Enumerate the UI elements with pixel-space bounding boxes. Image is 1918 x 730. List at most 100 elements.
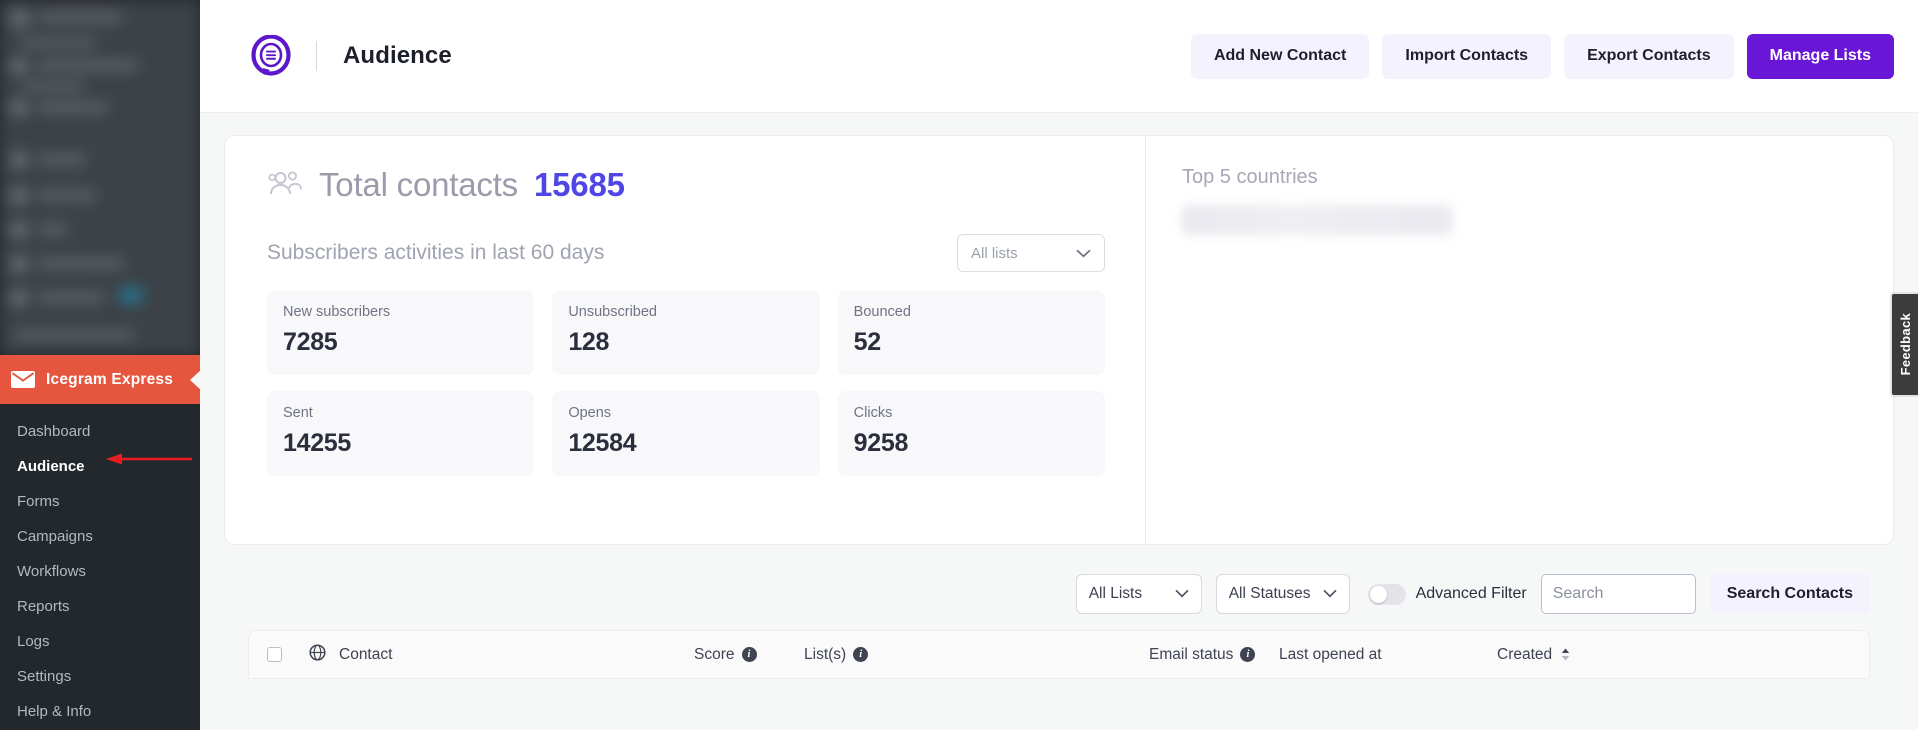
header-divider xyxy=(316,41,317,71)
contacts-table: Contact Score i List(s) i Email status i xyxy=(248,630,1870,679)
stat-tile-sent: Sent 14255 xyxy=(267,391,535,476)
advanced-filter-toggle[interactable] xyxy=(1367,583,1406,605)
chevron-down-icon xyxy=(1311,585,1337,603)
sidebar-item-label: Workflows xyxy=(17,563,86,580)
stat-label: Clicks xyxy=(853,405,893,421)
column-label: Email status xyxy=(1149,645,1234,663)
advanced-filter-control: Advanced Filter xyxy=(1367,583,1527,605)
sidebar-item-forms[interactable]: Forms xyxy=(0,484,200,519)
sidebar-item-workflows[interactable]: Workflows xyxy=(0,554,200,589)
sidebar-item-label: Dashboard xyxy=(17,423,91,440)
add-new-contact-button[interactable]: Add New Contact xyxy=(1190,33,1370,79)
sidebar-item-settings[interactable]: Settings xyxy=(0,659,200,694)
wordpress-admin-menu-blurred xyxy=(0,0,200,355)
stat-value: 128 xyxy=(568,328,610,356)
feedback-tab[interactable]: Feedback xyxy=(1890,292,1918,397)
envelope-icon xyxy=(11,371,35,388)
column-label: Last opened at xyxy=(1279,645,1382,663)
chevron-down-icon xyxy=(1163,585,1189,603)
all-statuses-filter-value: All Statuses xyxy=(1228,585,1311,602)
stat-tile-new-subscribers: New subscribers 7285 xyxy=(267,290,535,375)
stat-tiles: New subscribers 7285 Unsubscribed 128 Bo… xyxy=(267,290,1105,476)
stat-value: 12584 xyxy=(568,429,637,457)
activities-header-row: Subscribers activities in last 60 days A… xyxy=(267,234,1105,272)
all-lists-activity-select[interactable]: All lists xyxy=(957,234,1105,272)
globe-column-header xyxy=(309,643,339,666)
main-content: Audience Add New Contact Import Contacts… xyxy=(200,0,1918,730)
sidebar-brand-label: Icegram Express xyxy=(46,370,174,388)
stat-tile-unsubscribed: Unsubscribed 128 xyxy=(552,290,820,375)
contacts-table-header-row: Contact Score i List(s) i Email status i xyxy=(249,631,1869,679)
sidebar-item-label: Forms xyxy=(17,493,60,510)
overview-left-panel: Total contacts 15685 Subscribers activit… xyxy=(225,136,1145,544)
stat-label: Opens xyxy=(568,405,612,421)
stat-value: 9258 xyxy=(853,429,909,457)
all-lists-filter-select[interactable]: All Lists xyxy=(1075,574,1202,614)
column-label: Score xyxy=(694,645,735,663)
chevron-down-icon xyxy=(1076,245,1091,262)
advanced-filter-label: Advanced Filter xyxy=(1415,585,1527,602)
column-label: List(s) xyxy=(804,645,847,663)
stat-value: 52 xyxy=(853,328,882,356)
app-root: Icegram Express Dashboard Audience Forms… xyxy=(0,0,1918,730)
top-countries-title: Top 5 countries xyxy=(1182,166,1318,188)
stat-tile-clicks: Clicks 9258 xyxy=(837,391,1105,476)
sidebar-item-dashboard[interactable]: Dashboard xyxy=(0,414,200,449)
sidebar-item-label: Audience xyxy=(17,458,85,475)
sidebar-item-label: Settings xyxy=(17,668,72,685)
page-title: Audience xyxy=(343,42,452,69)
stat-tile-opens: Opens 12584 xyxy=(552,391,820,476)
info-icon[interactable]: i xyxy=(853,647,869,662)
feedback-label: Feedback xyxy=(1897,313,1913,376)
sidebar-item-audience[interactable]: Audience xyxy=(0,449,200,484)
export-contacts-button[interactable]: Export Contacts xyxy=(1564,33,1734,79)
column-label: Contact xyxy=(339,645,393,663)
column-label: Created xyxy=(1497,645,1553,663)
all-statuses-filter-select[interactable]: All Statuses xyxy=(1215,574,1350,614)
column-header-created[interactable]: Created xyxy=(1497,646,1617,664)
sidebar-nav: Dashboard Audience Forms Campaigns Workf… xyxy=(0,404,200,729)
all-lists-filter-value: All Lists xyxy=(1088,585,1143,602)
sidebar-brand-icegram-express[interactable]: Icegram Express xyxy=(0,355,200,404)
column-header-score[interactable]: Score i xyxy=(694,646,804,664)
stat-label: Unsubscribed xyxy=(568,304,657,320)
column-header-lists[interactable]: List(s) i xyxy=(804,646,1149,664)
sidebar-item-label: Campaigns xyxy=(17,528,93,545)
top-countries-loading-placeholder xyxy=(1182,205,1452,235)
column-header-email-status[interactable]: Email status i xyxy=(1149,646,1279,664)
import-contacts-button[interactable]: Import Contacts xyxy=(1382,33,1552,79)
sidebar-item-label: Reports xyxy=(17,598,70,615)
content-area: Total contacts 15685 Subscribers activit… xyxy=(200,113,1918,679)
sidebar-item-campaigns[interactable]: Campaigns xyxy=(0,519,200,554)
column-header-contact[interactable]: Contact xyxy=(339,646,694,664)
manage-lists-button[interactable]: Manage Lists xyxy=(1746,33,1894,79)
activities-title: Subscribers activities in last 60 days xyxy=(267,241,605,264)
sidebar-item-label: Help & Info xyxy=(17,703,92,720)
sidebar-item-logs[interactable]: Logs xyxy=(0,624,200,659)
sidebar-item-reports[interactable]: Reports xyxy=(0,589,200,624)
select-all-checkbox-cell xyxy=(267,647,309,662)
overview-card: Total contacts 15685 Subscribers activit… xyxy=(224,135,1894,545)
icegram-bubble-logo xyxy=(250,34,292,77)
contacts-filter-bar: All Lists All Statuses Advanced Filter S… xyxy=(224,545,1894,614)
globe-icon xyxy=(309,643,326,666)
stat-value: 7285 xyxy=(283,328,338,356)
info-icon[interactable]: i xyxy=(741,647,757,662)
total-contacts-value: 15685 xyxy=(533,166,625,203)
people-group-icon xyxy=(267,170,303,200)
column-header-last-opened-at[interactable]: Last opened at xyxy=(1279,646,1497,664)
search-input[interactable] xyxy=(1540,574,1696,614)
search-contacts-button[interactable]: Search Contacts xyxy=(1709,574,1870,614)
stat-label: Sent xyxy=(283,405,313,421)
select-all-checkbox[interactable] xyxy=(267,647,282,662)
sidebar-brand-pointer xyxy=(190,369,200,390)
sort-arrows-icon[interactable] xyxy=(1561,648,1570,661)
stat-tile-bounced: Bounced 52 xyxy=(837,290,1105,375)
sidebar-item-help-and-info[interactable]: Help & Info xyxy=(0,694,200,729)
total-contacts-label: Total contacts xyxy=(319,166,518,203)
top-countries-panel: Top 5 countries xyxy=(1145,136,1893,544)
stat-label: New subscribers xyxy=(283,304,391,320)
page-header: Audience Add New Contact Import Contacts… xyxy=(200,0,1918,113)
info-icon[interactable]: i xyxy=(1240,647,1256,662)
stat-value: 14255 xyxy=(283,429,352,457)
